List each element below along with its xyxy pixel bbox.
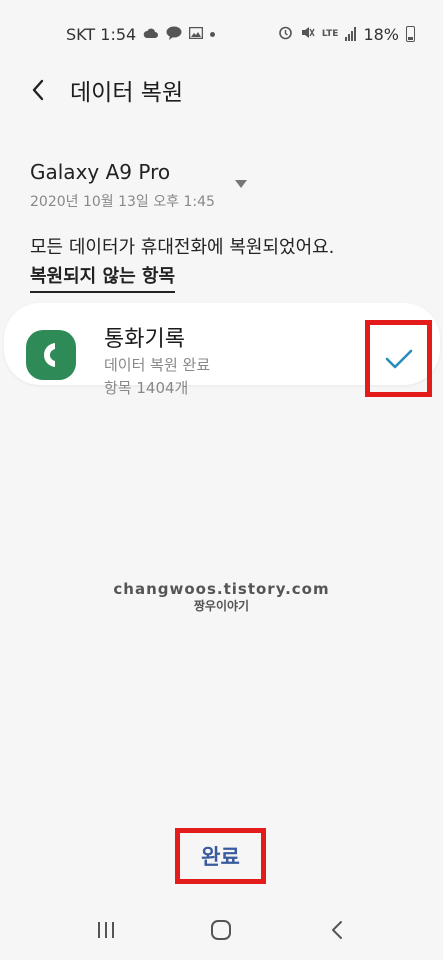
notification-dot-icon xyxy=(210,31,216,37)
item-status: 데이터 복원 완료 xyxy=(104,356,211,374)
gallery-icon xyxy=(188,26,204,42)
status-left: SKT 1:54 xyxy=(66,24,216,44)
back-nav-icon xyxy=(332,921,343,939)
not-restored-items-link[interactable]: 복원되지 않는 항목 xyxy=(30,262,176,293)
cloud-icon xyxy=(143,27,159,42)
done-button[interactable]: 완료 xyxy=(175,828,266,884)
home-button[interactable] xyxy=(197,910,245,950)
alarm-icon xyxy=(278,25,293,43)
navigation-bar xyxy=(0,900,443,960)
watermark-name: 짱우이야기 xyxy=(193,599,250,613)
item-title: 통화기록 xyxy=(104,327,185,352)
restore-message: 모든 데이터가 휴대전화에 복원되었어요. xyxy=(30,237,335,258)
battery-percent: 18% xyxy=(363,24,399,44)
back-button[interactable] xyxy=(10,68,66,112)
home-icon xyxy=(211,920,232,940)
carrier-time: SKT 1:54 xyxy=(66,24,137,44)
talk-icon xyxy=(166,26,182,43)
dropdown-arrow-icon[interactable] xyxy=(234,177,248,191)
recent-apps-icon xyxy=(97,922,114,938)
status-right: LTE 18% xyxy=(278,25,415,44)
phone-icon xyxy=(26,330,76,380)
chevron-left-icon xyxy=(32,79,44,101)
done-label: 완료 xyxy=(201,845,240,869)
page-title: 데이터 복원 xyxy=(70,80,184,106)
call-log-item[interactable]: 통화기록 데이터 복원 완료 항목 1404개 xyxy=(4,303,440,397)
lte-label: LTE xyxy=(321,29,339,39)
recent-apps-button[interactable] xyxy=(82,910,130,950)
mute-icon xyxy=(300,25,315,43)
app-bar: 데이터 복원 xyxy=(0,68,443,112)
checkmark-icon xyxy=(385,349,412,368)
back-nav-button[interactable] xyxy=(313,910,361,950)
signal-icon xyxy=(345,27,357,41)
status-bar: SKT 1:54 LTE 18% xyxy=(0,0,443,68)
backup-date: 2020년 10월 13일 오후 1:45 xyxy=(30,194,215,210)
item-count: 항목 1404개 xyxy=(104,379,189,397)
watermark-url: changwoos.tistory.com xyxy=(113,580,330,598)
checkmark-highlight[interactable] xyxy=(365,320,432,397)
battery-icon xyxy=(406,26,415,42)
